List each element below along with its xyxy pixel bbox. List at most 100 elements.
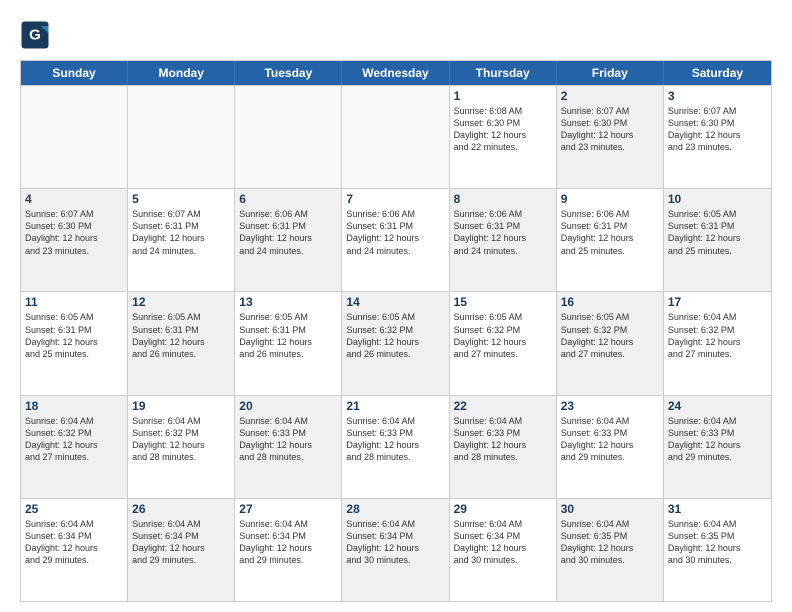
calendar-cell: 20 Sunrise: 6:04 AM Sunset: 6:33 PM Dayli… — [235, 396, 342, 498]
calendar-cell: 10 Sunrise: 6:05 AM Sunset: 6:31 PM Dayli… — [664, 189, 771, 291]
day-number: 11 — [25, 295, 123, 309]
day-info: Sunrise: 6:05 AM Sunset: 6:31 PM Dayligh… — [25, 311, 123, 360]
calendar-cell: 30 Sunrise: 6:04 AM Sunset: 6:35 PM Dayli… — [557, 499, 664, 601]
day-number: 30 — [561, 502, 659, 516]
day-number: 6 — [239, 192, 337, 206]
calendar-cell: 25 Sunrise: 6:04 AM Sunset: 6:34 PM Dayli… — [21, 499, 128, 601]
day-number: 2 — [561, 89, 659, 103]
day-info: Sunrise: 6:04 AM Sunset: 6:33 PM Dayligh… — [561, 415, 659, 464]
day-info: Sunrise: 6:04 AM Sunset: 6:33 PM Dayligh… — [239, 415, 337, 464]
calendar-cell: 1 Sunrise: 6:08 AM Sunset: 6:30 PM Daylig… — [450, 86, 557, 188]
day-number: 31 — [668, 502, 767, 516]
calendar-cell: 11 Sunrise: 6:05 AM Sunset: 6:31 PM Dayli… — [21, 292, 128, 394]
calendar-cell: 19 Sunrise: 6:04 AM Sunset: 6:32 PM Dayli… — [128, 396, 235, 498]
calendar-cell: 17Sunrise: 6:04 AM Sunset: 6:32 PM Dayli… — [664, 292, 771, 394]
calendar-cell — [21, 86, 128, 188]
calendar-cell: 26 Sunrise: 6:04 AM Sunset: 6:34 PM Dayli… — [128, 499, 235, 601]
header-cell-wednesday: Wednesday — [342, 61, 449, 85]
calendar-cell: 31 Sunrise: 6:04 AM Sunset: 6:35 PM Dayli… — [664, 499, 771, 601]
header: G — [20, 20, 772, 50]
day-number: 12 — [132, 295, 230, 309]
day-number: 21 — [346, 399, 444, 413]
calendar-row-2: 11 Sunrise: 6:05 AM Sunset: 6:31 PM Dayli… — [21, 291, 771, 394]
day-number: 5 — [132, 192, 230, 206]
calendar-cell: 23 Sunrise: 6:04 AM Sunset: 6:33 PM Dayli… — [557, 396, 664, 498]
calendar-cell: 8 Sunrise: 6:06 AM Sunset: 6:31 PM Daylig… — [450, 189, 557, 291]
day-info: Sunrise: 6:04 AM Sunset: 6:33 PM Dayligh… — [668, 415, 767, 464]
day-number: 10 — [668, 192, 767, 206]
day-info: Sunrise: 6:08 AM Sunset: 6:30 PM Dayligh… — [454, 105, 552, 154]
day-info: Sunrise: 6:07 AM Sunset: 6:30 PM Dayligh… — [561, 105, 659, 154]
calendar-cell: 12 Sunrise: 6:05 AM Sunset: 6:31 PM Dayli… — [128, 292, 235, 394]
calendar-cell — [235, 86, 342, 188]
day-info: Sunrise: 6:06 AM Sunset: 6:31 PM Dayligh… — [454, 208, 552, 257]
calendar-cell: 6 Sunrise: 6:06 AM Sunset: 6:31 PM Daylig… — [235, 189, 342, 291]
calendar-cell: 18Sunrise: 6:04 AM Sunset: 6:32 PM Dayli… — [21, 396, 128, 498]
day-number: 20 — [239, 399, 337, 413]
day-number: 4 — [25, 192, 123, 206]
day-info: Sunrise: 6:04 AM Sunset: 6:34 PM Dayligh… — [132, 518, 230, 567]
day-info: Sunrise: 6:05 AM Sunset: 6:32 PM Dayligh… — [561, 311, 659, 360]
day-number: 25 — [25, 502, 123, 516]
day-info: Sunrise: 6:07 AM Sunset: 6:31 PM Dayligh… — [132, 208, 230, 257]
day-number: 13 — [239, 295, 337, 309]
day-info: Sunrise: 6:06 AM Sunset: 6:31 PM Dayligh… — [346, 208, 444, 257]
day-number: 1 — [454, 89, 552, 103]
calendar-cell: 21 Sunrise: 6:04 AM Sunset: 6:33 PM Dayli… — [342, 396, 449, 498]
day-info: Sunrise: 6:04 AM Sunset: 6:35 PM Dayligh… — [668, 518, 767, 567]
calendar-cell: 13 Sunrise: 6:05 AM Sunset: 6:31 PM Dayli… — [235, 292, 342, 394]
day-info: Sunrise: 6:07 AM Sunset: 6:30 PM Dayligh… — [668, 105, 767, 154]
calendar-cell: 15Sunrise: 6:05 AM Sunset: 6:32 PM Dayli… — [450, 292, 557, 394]
day-number: 9 — [561, 192, 659, 206]
day-number: 7 — [346, 192, 444, 206]
day-number: 22 — [454, 399, 552, 413]
day-info: Sunrise: 6:05 AM Sunset: 6:32 PM Dayligh… — [346, 311, 444, 360]
svg-text:G: G — [29, 27, 41, 44]
calendar-cell: 4 Sunrise: 6:07 AM Sunset: 6:30 PM Daylig… — [21, 189, 128, 291]
day-info: Sunrise: 6:04 AM Sunset: 6:33 PM Dayligh… — [346, 415, 444, 464]
calendar-cell — [128, 86, 235, 188]
calendar-cell: 2 Sunrise: 6:07 AM Sunset: 6:30 PM Daylig… — [557, 86, 664, 188]
day-info: Sunrise: 6:07 AM Sunset: 6:30 PM Dayligh… — [25, 208, 123, 257]
day-number: 28 — [346, 502, 444, 516]
calendar-cell — [342, 86, 449, 188]
day-number: 26 — [132, 502, 230, 516]
header-cell-monday: Monday — [128, 61, 235, 85]
day-info: Sunrise: 6:04 AM Sunset: 6:34 PM Dayligh… — [346, 518, 444, 567]
day-info: Sunrise: 6:05 AM Sunset: 6:32 PM Dayligh… — [454, 311, 552, 360]
day-number: 23 — [561, 399, 659, 413]
day-info: Sunrise: 6:06 AM Sunset: 6:31 PM Dayligh… — [239, 208, 337, 257]
day-number: 24 — [668, 399, 767, 413]
logo-icon: G — [20, 20, 50, 50]
day-number: 19 — [132, 399, 230, 413]
day-info: Sunrise: 6:05 AM Sunset: 6:31 PM Dayligh… — [239, 311, 337, 360]
calendar-header-row: SundayMondayTuesdayWednesdayThursdayFrid… — [21, 61, 771, 85]
day-number: 27 — [239, 502, 337, 516]
calendar-cell: 22 Sunrise: 6:04 AM Sunset: 6:33 PM Dayli… — [450, 396, 557, 498]
calendar-body: 1 Sunrise: 6:08 AM Sunset: 6:30 PM Daylig… — [21, 85, 771, 601]
day-info: Sunrise: 6:04 AM Sunset: 6:35 PM Dayligh… — [561, 518, 659, 567]
day-number: 8 — [454, 192, 552, 206]
day-info: Sunrise: 6:05 AM Sunset: 6:31 PM Dayligh… — [132, 311, 230, 360]
day-info: Sunrise: 6:06 AM Sunset: 6:31 PM Dayligh… — [561, 208, 659, 257]
day-info: Sunrise: 6:04 AM Sunset: 6:34 PM Dayligh… — [454, 518, 552, 567]
calendar-cell: 16Sunrise: 6:05 AM Sunset: 6:32 PM Dayli… — [557, 292, 664, 394]
calendar-cell: 9 Sunrise: 6:06 AM Sunset: 6:31 PM Daylig… — [557, 189, 664, 291]
header-cell-friday: Friday — [557, 61, 664, 85]
header-cell-sunday: Sunday — [21, 61, 128, 85]
calendar-cell: 27 Sunrise: 6:04 AM Sunset: 6:34 PM Dayli… — [235, 499, 342, 601]
day-info: Sunrise: 6:04 AM Sunset: 6:34 PM Dayligh… — [25, 518, 123, 567]
day-number: 14 — [346, 295, 444, 309]
logo: G — [20, 20, 54, 50]
day-number: 3 — [668, 89, 767, 103]
calendar-row-0: 1 Sunrise: 6:08 AM Sunset: 6:30 PM Daylig… — [21, 85, 771, 188]
page: G SundayMondayTuesdayWednesdayThursdayFr… — [0, 0, 792, 612]
calendar-cell: 14 Sunrise: 6:05 AM Sunset: 6:32 PM Dayli… — [342, 292, 449, 394]
calendar-cell: 7 Sunrise: 6:06 AM Sunset: 6:31 PM Daylig… — [342, 189, 449, 291]
day-info: Sunrise: 6:04 AM Sunset: 6:32 PM Dayligh… — [132, 415, 230, 464]
day-info: Sunrise: 6:04 AM Sunset: 6:34 PM Dayligh… — [239, 518, 337, 567]
day-info: Sunrise: 6:04 AM Sunset: 6:33 PM Dayligh… — [454, 415, 552, 464]
day-number: 29 — [454, 502, 552, 516]
day-info: Sunrise: 6:05 AM Sunset: 6:31 PM Dayligh… — [668, 208, 767, 257]
header-cell-thursday: Thursday — [450, 61, 557, 85]
